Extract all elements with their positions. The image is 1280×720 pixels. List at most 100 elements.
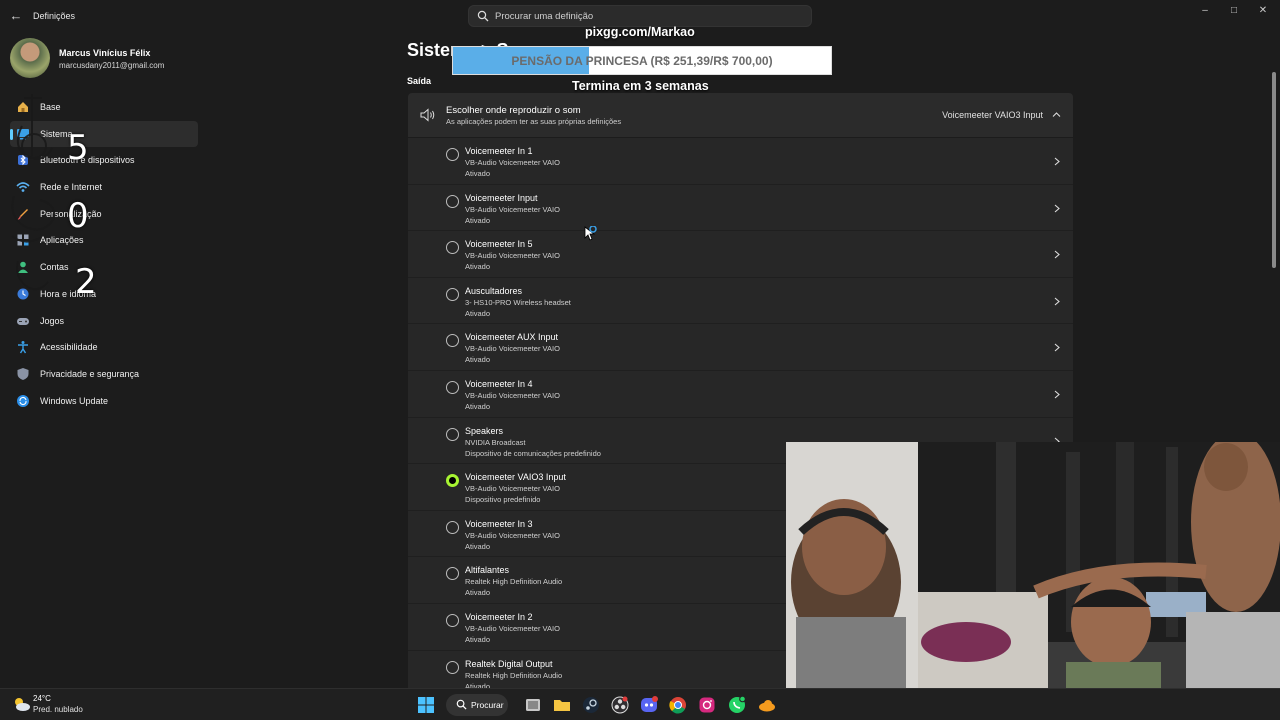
chevron-right-icon[interactable] xyxy=(1053,390,1061,399)
update-icon xyxy=(17,394,29,407)
overlay-digit: 0 xyxy=(67,196,89,236)
device-driver: VB-Audio Voicemeeter VAIO xyxy=(465,623,560,633)
device-status: Ativado xyxy=(465,541,491,551)
device-status: Ativado xyxy=(465,308,491,318)
obs-icon[interactable] xyxy=(610,695,630,715)
device-row[interactable]: Auscultadores 3- HS10-PRO Wireless headse… xyxy=(408,277,1073,325)
sidebar-item-rede[interactable]: Rede e Internet xyxy=(10,174,198,201)
device-name: Voicemeeter In 3 xyxy=(465,518,533,529)
system-icon xyxy=(17,128,29,140)
device-name: Voicemeeter In 2 xyxy=(465,611,533,622)
device-radio[interactable] xyxy=(446,148,459,161)
instagram-icon[interactable] xyxy=(697,695,717,715)
maximize-icon[interactable]: □ xyxy=(1225,4,1243,18)
device-row[interactable]: Voicemeeter In 1 VB-Audio Voicemeeter VAI… xyxy=(408,138,1073,185)
chevron-right-icon[interactable] xyxy=(1053,297,1061,306)
device-status: Ativado xyxy=(465,355,491,365)
device-radio[interactable] xyxy=(446,520,459,534)
settings-search-box[interactable] xyxy=(468,5,812,27)
chevron-right-icon[interactable] xyxy=(1053,343,1061,352)
home-icon xyxy=(18,102,28,112)
device-name: Voicemeeter AUX Input xyxy=(465,332,559,343)
device-radio[interactable] xyxy=(446,567,459,581)
device-radio[interactable] xyxy=(446,613,459,627)
brush-icon xyxy=(17,208,28,220)
minimize-icon[interactable]: – xyxy=(1196,4,1214,18)
donation-goal-ends: Termina em 3 semanas xyxy=(572,79,709,93)
cloud-icon[interactable] xyxy=(757,695,777,715)
device-status: Ativado xyxy=(465,401,491,411)
weather-cloud-icon[interactable] xyxy=(10,695,32,713)
user-name: Marcus Vinícius Félix xyxy=(59,48,151,58)
search-icon xyxy=(477,10,489,22)
section-label: Saída xyxy=(407,76,432,86)
back-arrow-icon[interactable]: ← xyxy=(8,8,24,24)
file-explorer-icon[interactable] xyxy=(552,695,572,715)
device-radio[interactable] xyxy=(446,380,459,394)
device-name: Realtek Digital Output xyxy=(465,658,553,669)
device-driver: Realtek High Definition Audio xyxy=(465,577,563,587)
accounts-icon xyxy=(18,261,28,274)
donation-goal-bar: PENSÃO DA PRINCESA (R$ 251,39/R$ 700,00) xyxy=(452,46,832,75)
device-radio[interactable] xyxy=(446,241,459,255)
device-status: Ativado xyxy=(465,262,491,272)
chevron-right-icon[interactable] xyxy=(1053,157,1061,166)
steam-icon[interactable] xyxy=(581,695,601,715)
sidebar-item-windows-update[interactable]: Windows Update xyxy=(10,388,198,415)
user-email: marcusdany2011@gmail.com xyxy=(59,61,165,70)
sidebar-item-bluetooth[interactable]: Bluetooth e dispositivos xyxy=(10,147,198,174)
bluetooth-icon xyxy=(18,155,28,166)
sidebar-item-jogos[interactable]: Jogos xyxy=(10,308,198,335)
chevron-right-icon[interactable] xyxy=(1053,250,1061,259)
sidebar-item-personalizacao[interactable]: Personalização xyxy=(10,201,198,228)
sidebar-item-contas[interactable]: Contas xyxy=(10,254,198,281)
scrollbar[interactable] xyxy=(1272,72,1276,268)
device-radio[interactable] xyxy=(446,194,459,208)
settings-search-input[interactable] xyxy=(495,6,795,26)
device-row[interactable]: Voicemeeter Input VB-Audio Voicemeeter VA… xyxy=(408,184,1073,232)
device-radio[interactable] xyxy=(446,427,459,441)
device-driver: NVIDIA Broadcast xyxy=(465,437,526,447)
output-title: Escolher onde reproduzir o som xyxy=(446,105,581,116)
sidebar-item-base[interactable]: Base xyxy=(10,94,198,121)
chevron-right-icon[interactable] xyxy=(1053,204,1061,213)
sidebar-item-sistema[interactable]: Sistema xyxy=(10,120,198,148)
taskbar-search-button[interactable]: Procurar xyxy=(446,694,508,716)
device-status: Dispositivo predefinido xyxy=(465,495,541,505)
task-view-icon[interactable] xyxy=(523,695,543,715)
user-profile[interactable]: Marcus Vinícius Félix marcusdany2011@gma… xyxy=(10,38,210,78)
whatsapp-icon[interactable] xyxy=(727,695,747,715)
sidebar-item-label: Privacidade e segurança xyxy=(40,368,140,379)
device-row[interactable]: Voicemeeter In 5 VB-Audio Voicemeeter VAI… xyxy=(408,231,1073,278)
device-name: Voicemeeter In 1 xyxy=(465,146,533,156)
chevron-up-icon[interactable] xyxy=(1052,110,1061,119)
sidebar-item-acessibilidade[interactable]: Acessibilidade xyxy=(10,334,198,361)
sidebar-item-label: Jogos xyxy=(40,315,65,326)
device-name: Voicemeeter In 4 xyxy=(465,378,533,389)
output-subtitle: As aplicações podem ter as suas próprias… xyxy=(446,117,622,126)
overlay-digit: 5 xyxy=(67,128,89,168)
device-radio[interactable] xyxy=(446,474,459,488)
sidebar-item-label: Acessibilidade xyxy=(40,342,98,353)
device-row[interactable]: Voicemeeter In 4 VB-Audio Voicemeeter VAI… xyxy=(408,370,1073,418)
sidebar-item-privacidade[interactable]: Privacidade e segurança xyxy=(10,361,198,388)
sidebar-item-aplicacoes[interactable]: Aplicações xyxy=(10,227,198,254)
device-radio[interactable] xyxy=(446,287,459,301)
close-icon[interactable]: ✕ xyxy=(1254,4,1272,18)
start-icon[interactable] xyxy=(416,695,436,715)
sidebar-item-label: Contas xyxy=(40,262,69,273)
chrome-icon[interactable] xyxy=(668,695,688,715)
sidebar-item-hora-idioma[interactable]: Hora e idioma xyxy=(10,281,198,308)
device-radio[interactable] xyxy=(446,660,459,674)
device-name: Voicemeeter Input xyxy=(465,192,538,203)
device-driver: VB-Audio Voicemeeter VAIO xyxy=(465,251,560,261)
device-row[interactable]: Voicemeeter AUX Input VB-Audio Voicemeete… xyxy=(408,324,1073,371)
device-radio[interactable] xyxy=(446,334,459,348)
sidebar-nav: Base Sistema Bluetooth e dispositivos Re… xyxy=(10,94,198,414)
selected-output-value: Voicemeeter VAIO3 Input xyxy=(942,110,1043,120)
output-device-selector[interactable]: Escolher onde reproduzir o som As aplica… xyxy=(408,93,1073,137)
webcam-feed xyxy=(786,442,1280,720)
avatar xyxy=(10,38,50,78)
device-driver: VB-Audio Voicemeeter VAIO xyxy=(465,204,560,214)
discord-icon[interactable] xyxy=(639,695,659,715)
